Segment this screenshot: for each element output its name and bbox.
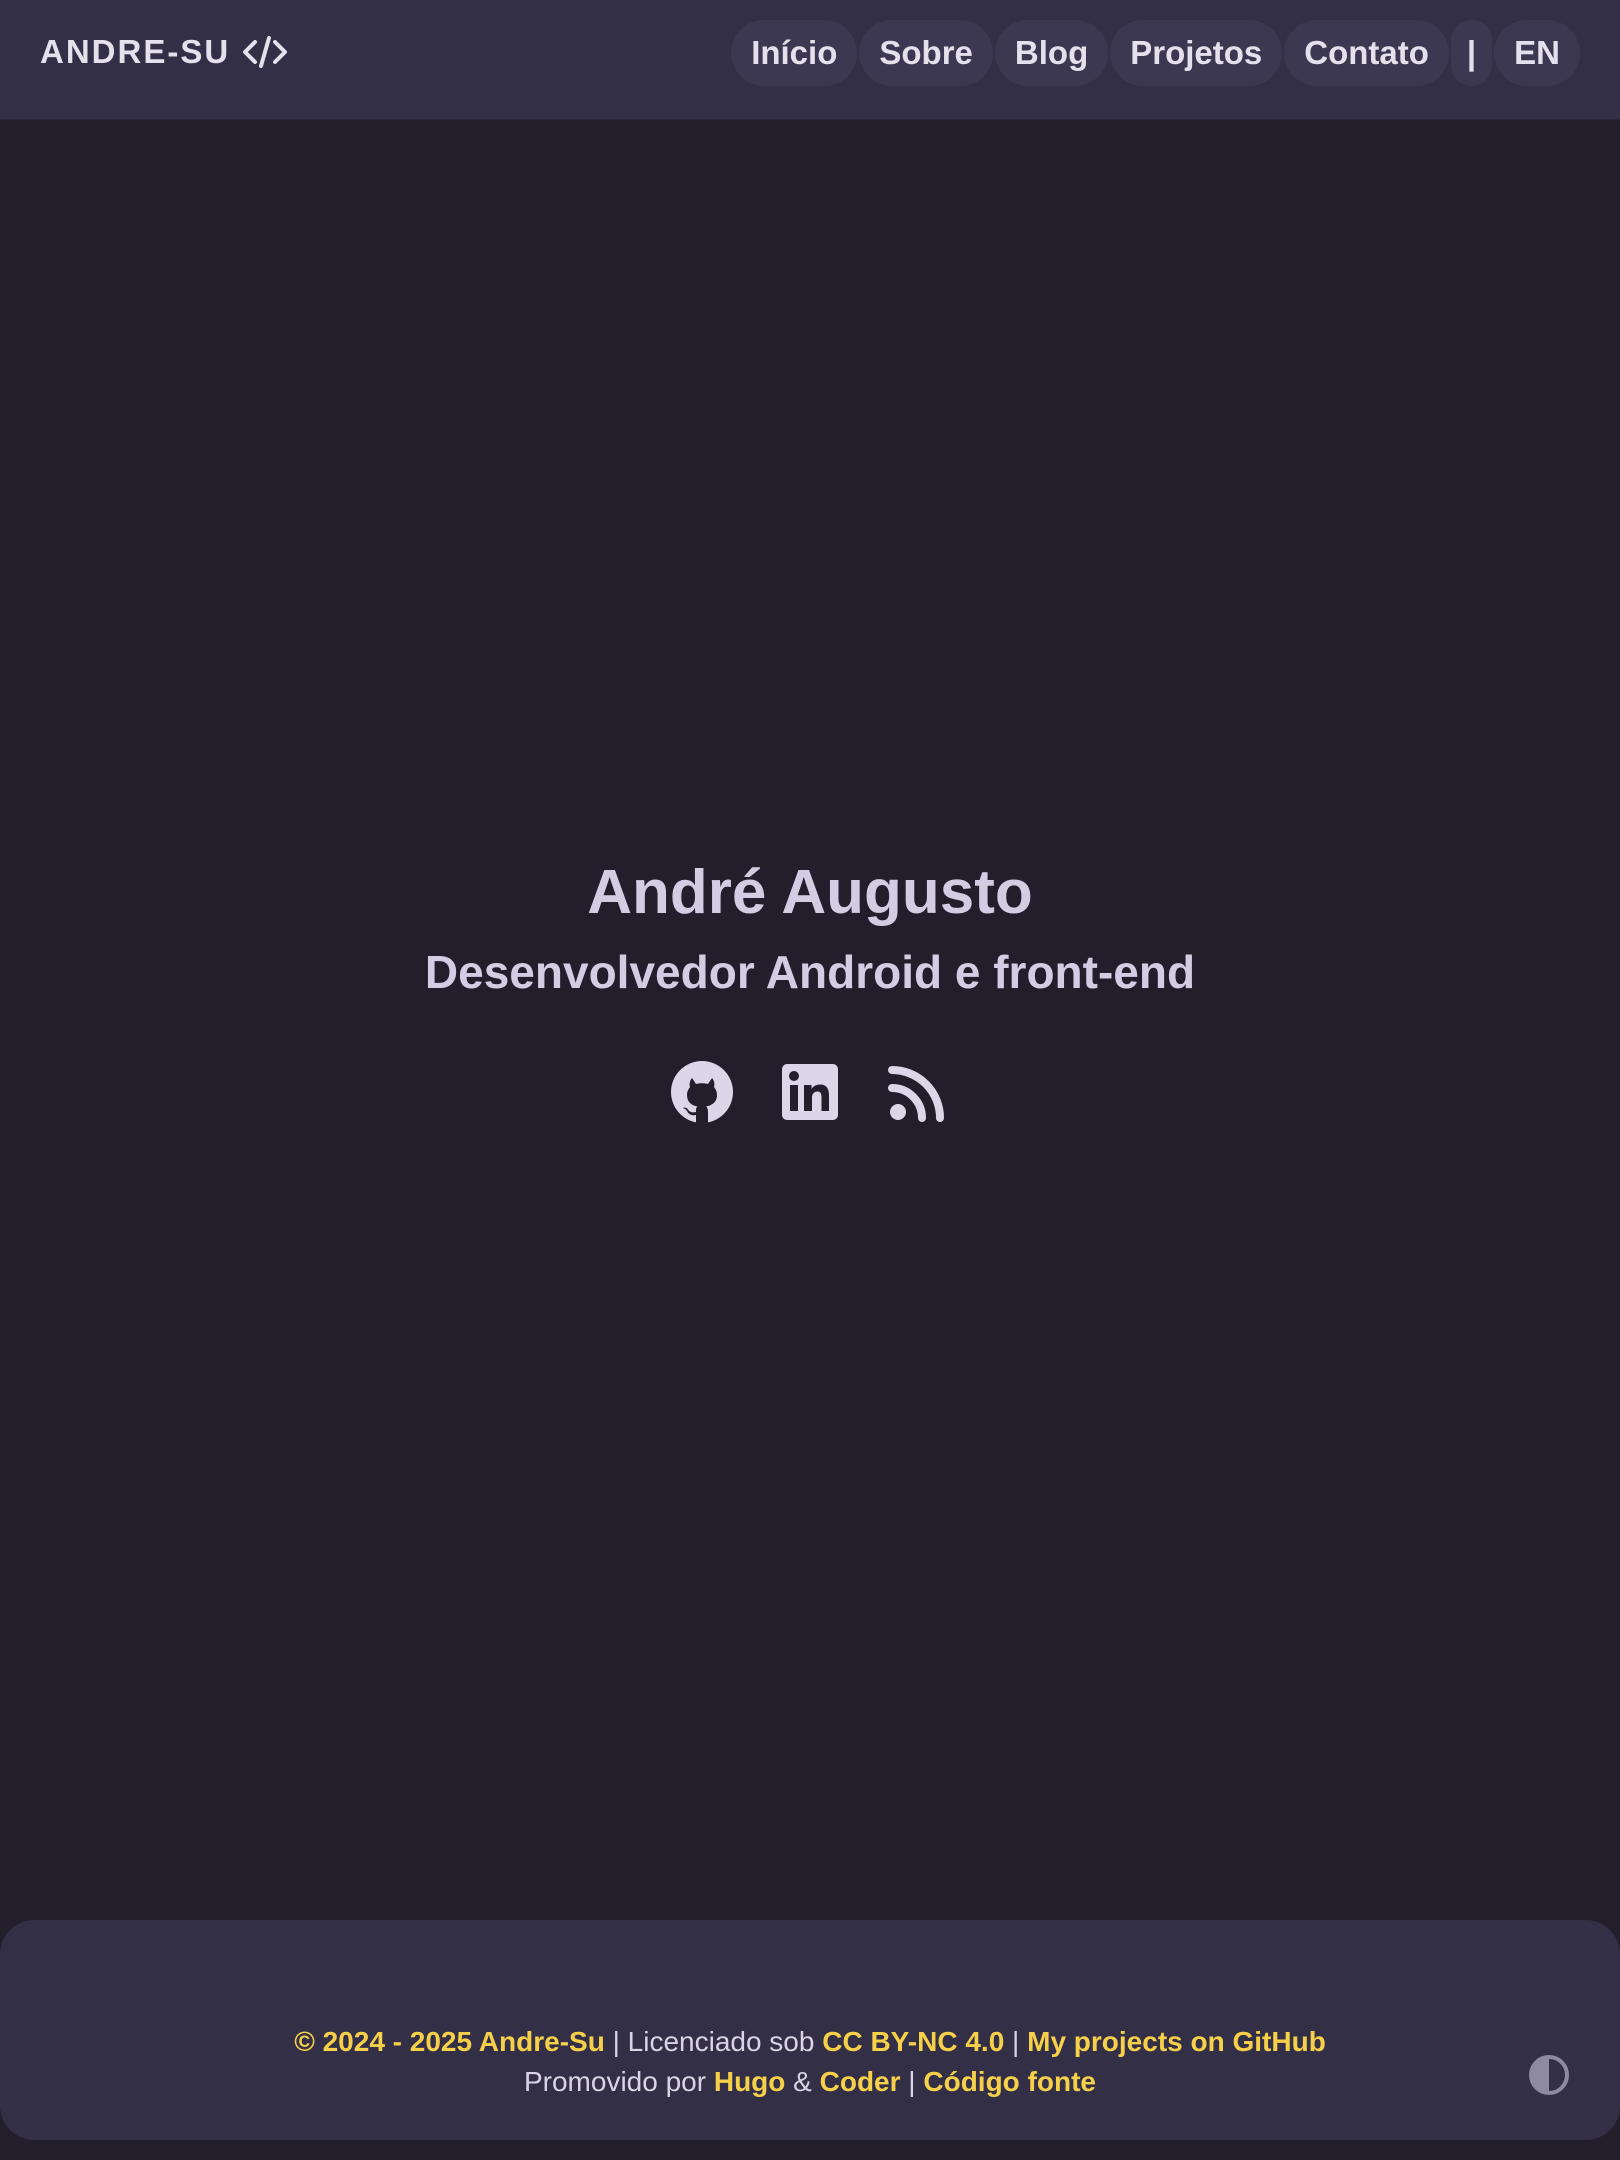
hugo-link[interactable]: Hugo: [714, 2066, 786, 2097]
nav-separator: |: [1450, 20, 1493, 86]
nav-item-blog[interactable]: Blog: [994, 20, 1109, 86]
page: ANDRE-SU Início Sobre Blog Projetos Cont…: [0, 0, 1620, 2160]
footer-line-2: Promovido por Hugo & Coder | Código font…: [0, 2062, 1620, 2102]
footer: © 2024 - 2025 Andre-Su | Licenciado sob …: [0, 1920, 1620, 2140]
github-link[interactable]: [670, 1060, 734, 1124]
footer-text: © 2024 - 2025 Andre-Su | Licenciado sob …: [0, 2022, 1620, 2102]
copyright-link[interactable]: © 2024 - 2025 Andre-Su: [294, 2026, 605, 2057]
hero: André Augusto Desenvolvedor Android e fr…: [0, 850, 1620, 1124]
social-links: [0, 1060, 1620, 1124]
brand-title: ANDRE-SU: [40, 33, 231, 70]
nav-menu: Início Sobre Blog Projetos Contato | EN: [729, 20, 1580, 86]
brand-link[interactable]: ANDRE-SU: [40, 30, 288, 74]
ampersand: &: [785, 2066, 820, 2097]
powered-text: Promovido por: [523, 2066, 714, 2097]
contrast-icon: [1529, 2055, 1569, 2095]
linkedin-link[interactable]: [778, 1060, 842, 1124]
footer-separator: |: [1004, 2026, 1028, 2057]
nav-item-projetos[interactable]: Projetos: [1110, 20, 1283, 86]
nav-item-sobre[interactable]: Sobre: [859, 20, 993, 86]
rss-link[interactable]: [886, 1060, 950, 1124]
licensed-text: Licenciado sob: [627, 2026, 823, 2057]
footer-separator: |: [900, 2066, 924, 2097]
nav-item-contato[interactable]: Contato: [1284, 20, 1449, 86]
coder-link[interactable]: Coder: [820, 2066, 901, 2097]
theme-toggle-button[interactable]: [1528, 2054, 1570, 2096]
github-projects-link[interactable]: My projects on GitHub: [1027, 2026, 1326, 2057]
linkedin-icon: [782, 1064, 838, 1120]
footer-line-1: © 2024 - 2025 Andre-Su | Licenciado sob …: [0, 2022, 1620, 2062]
license-link[interactable]: CC BY-NC 4.0: [822, 2026, 1004, 2057]
code-icon: [242, 35, 288, 69]
rss-icon: [888, 1066, 944, 1122]
source-code-link[interactable]: Código fonte: [923, 2066, 1096, 2097]
github-icon: [671, 1061, 733, 1123]
nav-item-inicio[interactable]: Início: [731, 20, 858, 86]
navbar: ANDRE-SU Início Sobre Blog Projetos Cont…: [0, 0, 1620, 120]
language-switch[interactable]: EN: [1494, 20, 1580, 86]
hero-name: André Augusto: [587, 858, 1033, 927]
footer-separator: |: [604, 2026, 628, 2057]
hero-role: Desenvolvedor Android e front-end: [424, 946, 1196, 998]
